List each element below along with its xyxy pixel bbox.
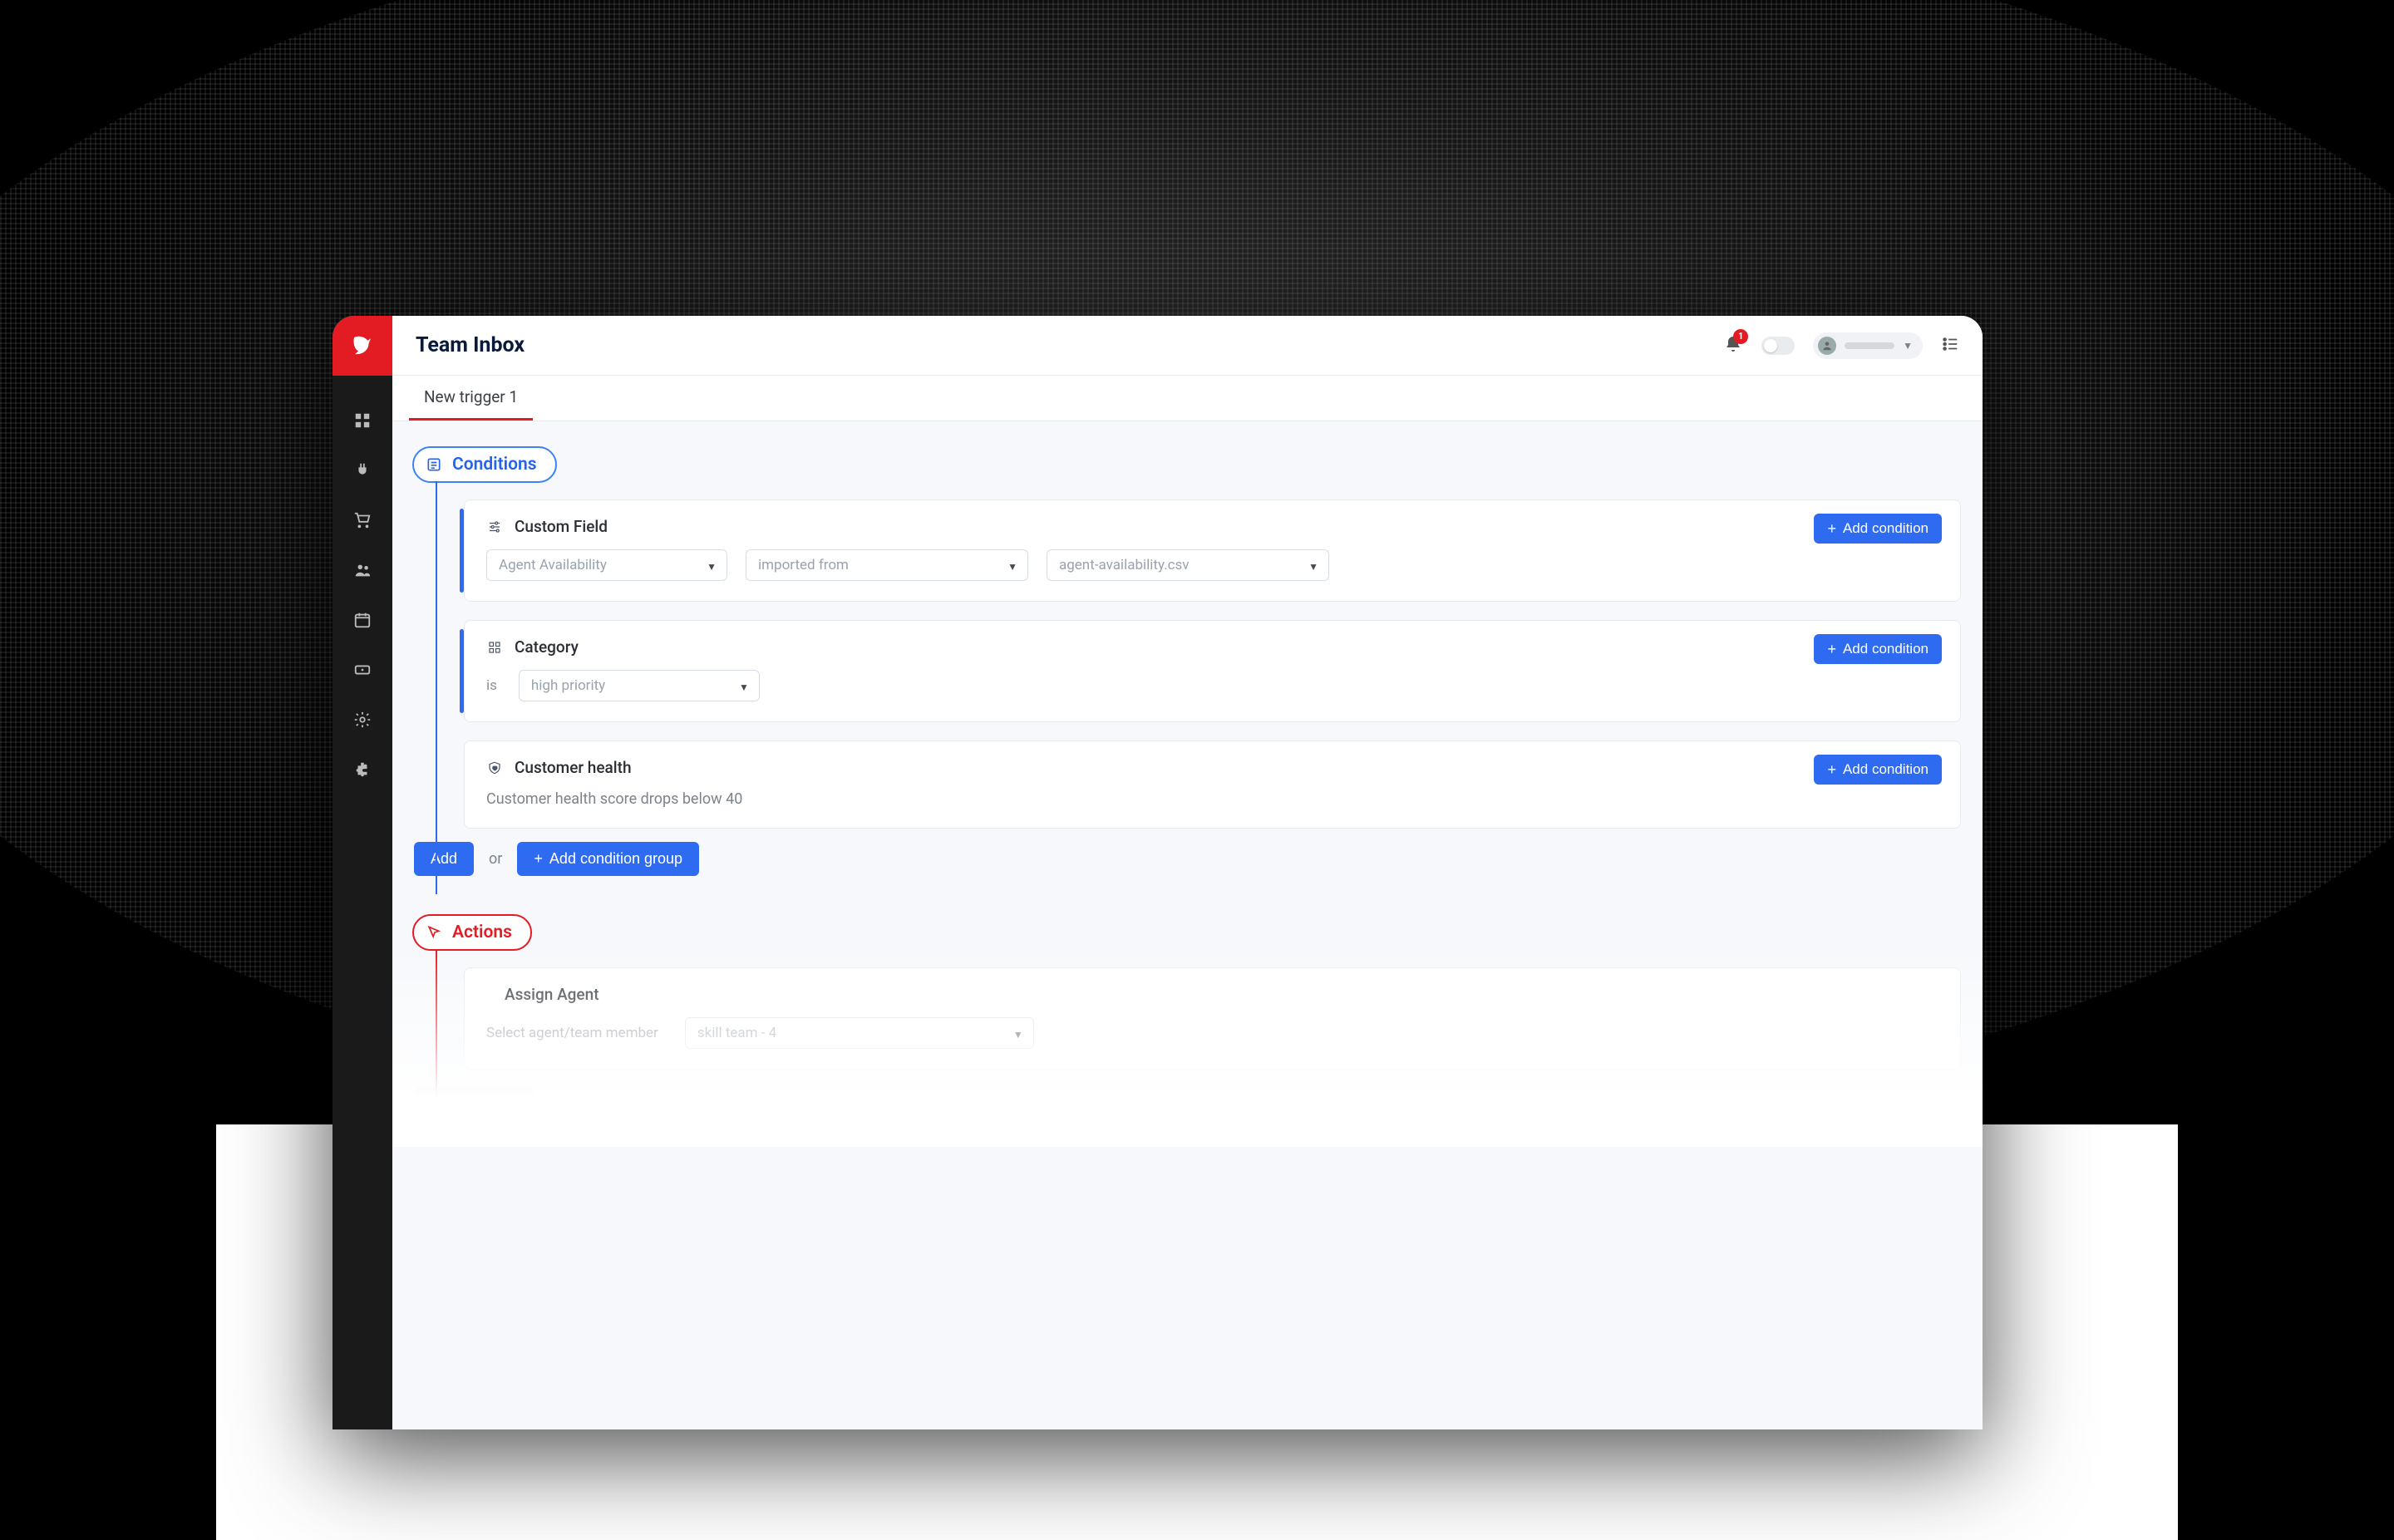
header: Team Inbox 1 ▼ (392, 316, 1983, 376)
add-condition-group-button[interactable]: +Add condition group (517, 842, 699, 876)
flow-line (436, 481, 437, 894)
calendar-icon (353, 611, 372, 629)
sidebar-item-team[interactable] (351, 558, 374, 582)
select-operator[interactable]: imported from▼ (746, 549, 1028, 581)
tab-new-trigger[interactable]: New trigger 1 (409, 376, 533, 421)
cursor-icon (426, 924, 442, 941)
select-value[interactable]: agent-availability.csv▼ (1047, 549, 1329, 581)
sidebar-item-power[interactable] (351, 459, 374, 482)
actions-header: Actions (412, 914, 532, 951)
users-icon (353, 561, 372, 579)
status-toggle[interactable] (1761, 337, 1795, 355)
notifications-button[interactable]: 1 (1723, 334, 1743, 357)
or-label: or (489, 850, 502, 868)
condition-card-customer-health: +Add condition Customer health Customer … (464, 740, 1961, 829)
plus-icon: + (1827, 642, 1836, 657)
plus-icon: + (1827, 762, 1836, 777)
condition-description: Customer health score drops below 40 (486, 790, 1938, 808)
grid-icon (353, 411, 372, 430)
sidebar-item-cart[interactable] (351, 509, 374, 532)
conditions-section: Conditions +Add condition Custom Field A… (414, 446, 1961, 876)
chevron-down-icon: ▼ (739, 681, 749, 693)
plug-icon (353, 461, 372, 480)
actions-label: Actions (452, 923, 512, 942)
condition-card-custom-field: +Add condition Custom Field Agent Availa… (464, 499, 1961, 602)
select-field[interactable]: Agent Availability▼ (486, 549, 727, 581)
add-condition-button[interactable]: +Add condition (1814, 634, 1942, 664)
flow-line (436, 949, 437, 1130)
sidebar-item-dashboard[interactable] (351, 409, 374, 432)
chevron-down-icon: ▼ (1903, 340, 1913, 352)
person-icon (1821, 340, 1833, 352)
app-frame: Team Inbox 1 ▼ New trigger 1 (332, 316, 1983, 1429)
select-agent[interactable]: skill team - 4▼ (685, 1017, 1034, 1049)
plus-icon: + (534, 850, 543, 868)
card-title: Customer health (515, 758, 632, 777)
add-condition-button[interactable]: +Add condition (1814, 755, 1942, 785)
ticket-icon (353, 661, 372, 679)
sliders-icon (486, 519, 503, 535)
avatar (1818, 337, 1836, 355)
actions-section: Actions Assign Agent Select agent/team m… (414, 914, 1961, 1122)
plus-icon: + (1827, 521, 1836, 536)
sidebar (332, 316, 392, 1429)
select-agent-label: Select agent/team member (486, 1025, 658, 1041)
sidebar-item-tickets[interactable] (351, 658, 374, 681)
gear-icon (353, 711, 372, 729)
content: Conditions +Add condition Custom Field A… (392, 421, 1983, 1147)
action-card-assign-agent: Assign Agent Select agent/team member sk… (464, 967, 1961, 1070)
user-menu[interactable]: ▼ (1813, 332, 1923, 359)
conditions-label: Conditions (452, 455, 537, 475)
cart-icon (353, 511, 372, 529)
list-icon (1941, 335, 1959, 353)
app-logo[interactable] (332, 316, 392, 376)
sidebar-item-app[interactable] (351, 758, 374, 781)
sidebar-item-calendar[interactable] (351, 608, 374, 632)
conditions-icon (426, 456, 442, 473)
bird-icon (350, 333, 375, 358)
chevron-down-icon: ▼ (1007, 561, 1017, 573)
add-action-button[interactable]: +Add action (414, 1088, 534, 1122)
card-title: Custom Field (515, 517, 608, 536)
chevron-down-icon: ▼ (1013, 1029, 1023, 1041)
category-icon (486, 639, 503, 656)
card-title: Category (515, 637, 579, 657)
card-title: Assign Agent (505, 985, 599, 1004)
list-menu-button[interactable] (1941, 335, 1959, 357)
heart-shield-icon (486, 760, 503, 776)
select-priority[interactable]: high priority▼ (519, 670, 760, 701)
notification-badge: 1 (1733, 329, 1748, 344)
main-area: Team Inbox 1 ▼ New trigger 1 (392, 316, 1983, 1429)
chevron-down-icon: ▼ (1308, 561, 1318, 573)
conditions-header: Conditions (412, 446, 557, 483)
tab-bar: New trigger 1 (392, 376, 1983, 421)
chevron-down-icon: ▼ (707, 561, 717, 573)
condition-card-category: +Add condition Category is high priority… (464, 620, 1961, 722)
page-title: Team Inbox (416, 333, 525, 357)
add-button[interactable]: Add (414, 842, 474, 876)
add-condition-button[interactable]: +Add condition (1814, 514, 1942, 544)
is-label: is (486, 677, 497, 694)
sidebar-item-settings[interactable] (351, 708, 374, 731)
puzzle-icon (353, 760, 372, 779)
